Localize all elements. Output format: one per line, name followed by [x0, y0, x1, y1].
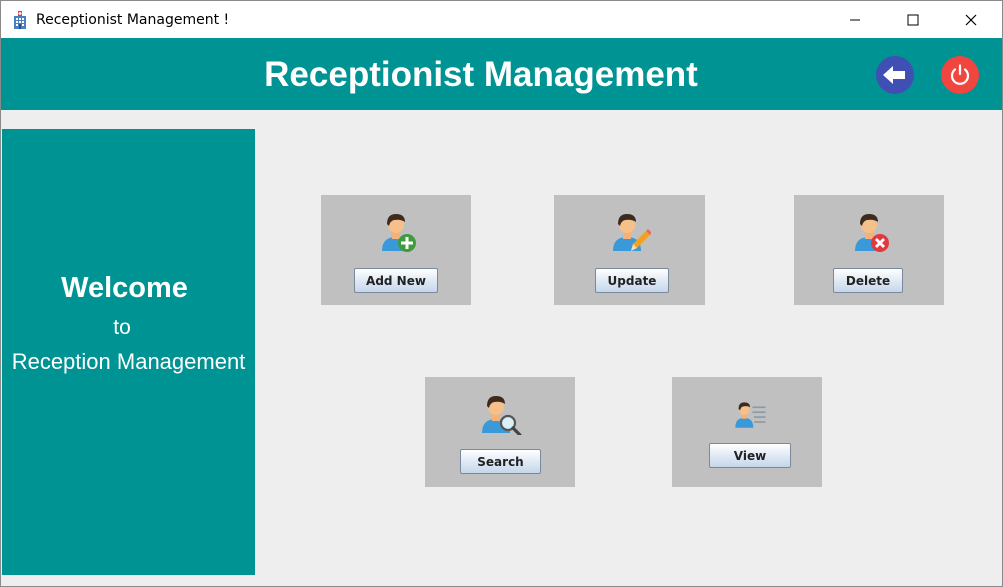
view-card: View — [672, 377, 822, 487]
title-bar: Receptionist Management ! — [1, 1, 1002, 38]
app-icon — [14, 11, 26, 29]
minimize-button[interactable] — [832, 1, 878, 38]
app-window: Receptionist Management ! Receptionist M… — [0, 0, 1003, 587]
view-button[interactable]: View — [709, 443, 791, 468]
minimize-icon — [850, 19, 860, 20]
welcome-subtitle: Reception Management — [11, 349, 246, 374]
delete-card: Delete — [794, 195, 944, 305]
close-icon — [965, 14, 977, 25]
welcome-heading: Welcome — [61, 272, 188, 304]
add-user-icon — [382, 214, 416, 252]
page-title: Receptionist Management — [264, 55, 698, 94]
header-bar: Receptionist Management — [1, 38, 1002, 110]
maximize-icon — [907, 14, 919, 25]
edit-user-icon — [613, 214, 651, 251]
power-button[interactable] — [941, 56, 979, 94]
back-button[interactable] — [876, 56, 914, 94]
add-new-card: Add New — [321, 195, 471, 305]
search-user-icon — [482, 396, 522, 435]
arrow-left-icon — [883, 66, 905, 84]
add-new-button[interactable]: Add New — [354, 268, 438, 293]
search-card: Search — [425, 377, 575, 487]
update-card: Update — [554, 195, 705, 305]
window-title: Receptionist Management ! — [36, 12, 230, 28]
welcome-to-text: to — [113, 316, 131, 339]
welcome-panel: Welcome to Reception Management — [2, 129, 255, 575]
close-button[interactable] — [948, 1, 994, 38]
maximize-button[interactable] — [890, 1, 936, 38]
search-button[interactable]: Search — [460, 449, 541, 474]
update-button[interactable]: Update — [595, 268, 669, 293]
delete-button[interactable]: Delete — [833, 268, 903, 293]
delete-user-icon — [855, 214, 889, 252]
power-icon — [950, 64, 970, 85]
view-user-icon — [735, 402, 766, 428]
